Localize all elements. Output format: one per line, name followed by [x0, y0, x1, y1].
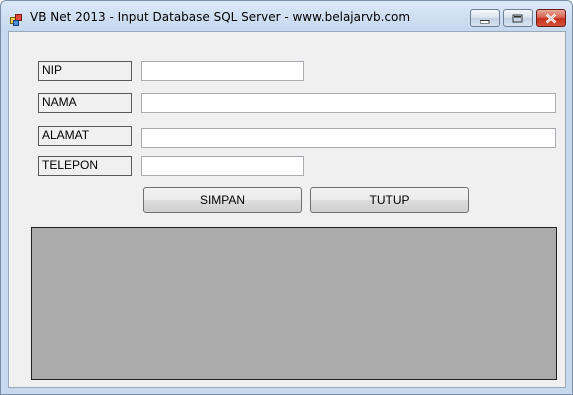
window-title: VB Net 2013 - Input Database SQL Server … — [30, 10, 411, 24]
telepon-label: TELEPON — [38, 156, 132, 176]
close-button[interactable] — [536, 9, 566, 27]
app-window: VB Net 2013 - Input Database SQL Server … — [0, 0, 573, 395]
nama-input[interactable] — [141, 93, 556, 113]
tutup-button[interactable]: TUTUP — [310, 187, 469, 213]
maximize-icon — [512, 9, 524, 28]
app-window-icon — [10, 11, 23, 26]
nip-input[interactable] — [141, 61, 304, 81]
alamat-label: ALAMAT — [38, 126, 132, 146]
form-client-area: NIP NAMA ALAMAT TELEPON SIMPAN TUTUP — [8, 31, 566, 388]
nip-label: NIP — [38, 61, 132, 81]
simpan-button[interactable]: SIMPAN — [143, 187, 302, 213]
nama-label: NAMA — [38, 93, 132, 113]
telepon-input[interactable] — [141, 156, 304, 176]
close-icon — [545, 9, 557, 28]
minimize-icon — [479, 9, 490, 28]
title-bar[interactable]: VB Net 2013 - Input Database SQL Server … — [1, 1, 572, 31]
minimize-button[interactable] — [470, 9, 500, 27]
data-grid-view[interactable] — [31, 227, 557, 380]
maximize-button[interactable] — [503, 9, 533, 27]
alamat-input[interactable] — [141, 128, 556, 148]
